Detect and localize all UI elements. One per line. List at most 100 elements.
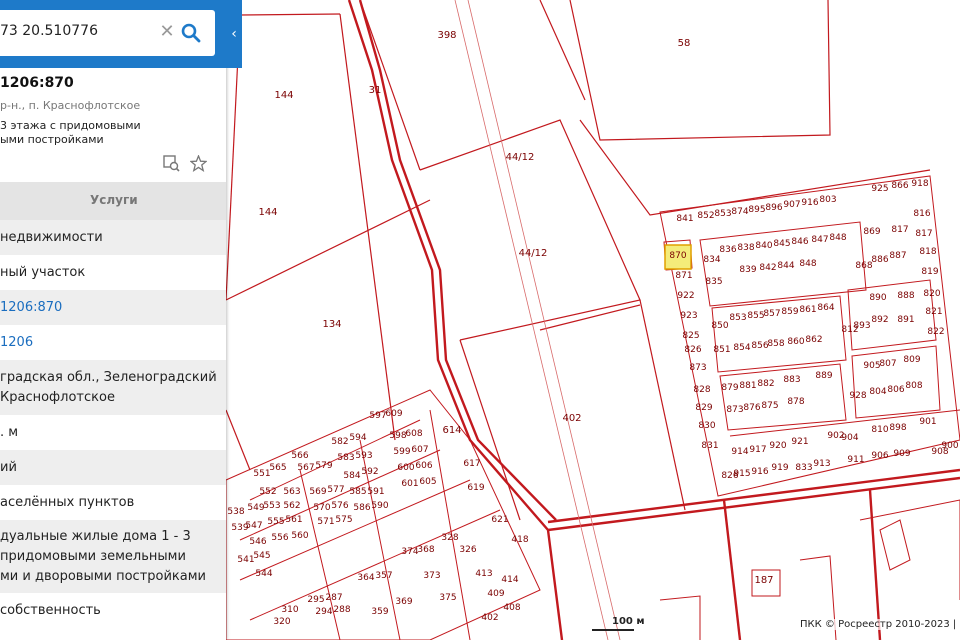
parcel-number-label: 134	[322, 319, 341, 330]
parcel-number-label: 841	[676, 214, 693, 224]
parcel-number-label: 913	[813, 459, 830, 469]
cadastral-number-link[interactable]: 1206:870	[0, 298, 62, 318]
parcel-number-label: 553	[263, 501, 280, 511]
parcel-number-label: 825	[682, 331, 699, 341]
parcel-number-label: 562	[283, 501, 300, 511]
parcel-number-label: 905	[863, 361, 880, 371]
chevron-left-icon[interactable]: ‹	[226, 18, 242, 50]
parcel-number-label: 373	[423, 571, 440, 581]
parcel-number-label: 607	[411, 445, 428, 455]
tab-services[interactable]: Услуги	[90, 193, 138, 207]
close-icon[interactable]: ✕	[158, 23, 176, 41]
attribute-value: ный участок	[0, 264, 86, 280]
power-line	[454, 0, 621, 640]
parcel-number-label: 898	[889, 423, 906, 433]
parcel-number-label: 804	[869, 387, 886, 397]
parcel-number-label: 917	[749, 445, 766, 455]
parcel-number-label: 845	[773, 239, 790, 249]
parcel-number-label: 539	[231, 523, 248, 533]
parcel-number-label: 803	[819, 195, 836, 205]
parcel-description: 3 этажа с придомовыми ыми постройками	[0, 119, 220, 147]
search-input[interactable]: 73 20.510776	[0, 23, 98, 39]
attribute-row: недвижимости	[0, 220, 226, 255]
parcel-number-label: 605	[419, 477, 436, 487]
parcel-number-label: 816	[913, 209, 930, 219]
parcel-number-label: 577	[327, 485, 344, 495]
attribute-row: 1206:870	[0, 290, 226, 325]
attribute-line: ми и дворовыми постройками	[0, 568, 206, 584]
parcel-number-label: 908	[931, 447, 948, 457]
parcel-number-label: 591	[367, 487, 384, 497]
parcel-number-label: 895	[748, 205, 765, 215]
zoom-to-parcel-icon[interactable]	[163, 155, 180, 172]
parcel-number-label: 862	[805, 335, 822, 345]
star-icon[interactable]	[190, 155, 207, 172]
parcel-number-label: 357	[375, 571, 392, 581]
description-line: ыми постройками	[0, 133, 104, 146]
parcel-number-label: 44/12	[519, 248, 548, 259]
parcel-number-label: 609	[385, 409, 402, 419]
parcel-number-label: 893	[853, 321, 870, 331]
parcel-number-label: 310	[281, 605, 298, 615]
parcel-number-label: 868	[855, 261, 872, 271]
parcel-number-label: 594	[349, 433, 366, 443]
parcel-number-label: 882	[757, 379, 774, 389]
parcel-number-label: 864	[817, 303, 834, 313]
parcel-number-label: 881	[739, 381, 756, 391]
parcel-number-label: 914	[731, 447, 748, 457]
parcel-number-label: 582	[331, 437, 348, 447]
attribute-line: Краснофлотское	[0, 389, 115, 405]
parcel-number-label: 831	[701, 441, 718, 451]
parcel-number-label: 368	[417, 545, 434, 555]
parcel-number-label: 585	[349, 487, 366, 497]
parcel-number-label: 853	[714, 209, 731, 219]
parcel-number-label: 614	[442, 425, 461, 436]
parcel-number-label: 916	[751, 467, 768, 477]
parcel-number-label: 541	[237, 555, 254, 565]
attribute-row: аселённых пунктов	[0, 485, 226, 520]
parcel-number-label: 571	[317, 517, 334, 527]
parcel-number-label: 887	[889, 251, 906, 261]
parcel-number-label: 570	[313, 503, 330, 513]
parcel-number-label: 375	[439, 593, 456, 603]
parcel-number-label: 848	[829, 233, 846, 243]
parcel-number-label: 822	[927, 327, 944, 337]
parcel-number-label: 886	[871, 255, 888, 265]
parcel-number-label: 818	[919, 247, 936, 257]
description-line: 3 этажа с придомовыми	[0, 119, 141, 132]
parcel-number-label: 807	[879, 359, 896, 369]
parcel-number-label: 402	[481, 613, 498, 623]
attribute-row: ий	[0, 450, 226, 485]
parcel-number-label: 328	[441, 533, 458, 543]
attribute-row: дуальные жилые дома 1 - 3 придомовыми зе…	[0, 520, 226, 593]
parcel-number-label: 923	[680, 311, 697, 321]
parcel-number-label: 842	[759, 263, 776, 273]
parcel-title: 1206:870	[0, 75, 74, 91]
parcel-number-label: 834	[703, 255, 720, 265]
parcel-number-label: 809	[903, 355, 920, 365]
parcel-number-label: 836	[719, 245, 736, 255]
cadastral-quarter-link[interactable]: 1206	[0, 333, 33, 353]
parcel-number-label: 876	[743, 403, 760, 413]
parcel-number-label: 287	[325, 593, 342, 603]
scale-label: 100 м	[612, 616, 645, 627]
parcel-number-label: 597	[369, 411, 386, 421]
info-panel: 73 20.510776 ✕ ‹ 1206:870 р-н., п. Красн…	[0, 0, 242, 640]
parcel-number-label: 144	[274, 90, 293, 101]
parcel-number-label: 576	[331, 501, 348, 511]
attribute-value: ий	[0, 459, 17, 475]
search-box[interactable]: 73 20.510776 ✕	[0, 10, 215, 56]
permitted-use-value: дуальные жилые дома 1 - 3 придомовыми зе…	[0, 527, 206, 587]
copyright: ПКК © Росреестр 2010-2023 | ЕЭ	[798, 619, 960, 630]
parcel-number-label: 402	[562, 413, 581, 424]
parcel-number-label: 920	[769, 441, 786, 451]
attribute-value: аселённых пунктов	[0, 494, 135, 510]
parcel-number-label: 58	[678, 38, 691, 49]
attribute-line: придомовыми земельными	[0, 548, 186, 564]
parcel-number-label: 873	[726, 405, 743, 415]
attribute-value: собственность	[0, 602, 101, 618]
parcel-number-label: 878	[787, 397, 804, 407]
parcel-number-label: 565	[269, 463, 286, 473]
parcel-number-label: 866	[891, 181, 908, 191]
search-icon[interactable]	[180, 22, 202, 44]
